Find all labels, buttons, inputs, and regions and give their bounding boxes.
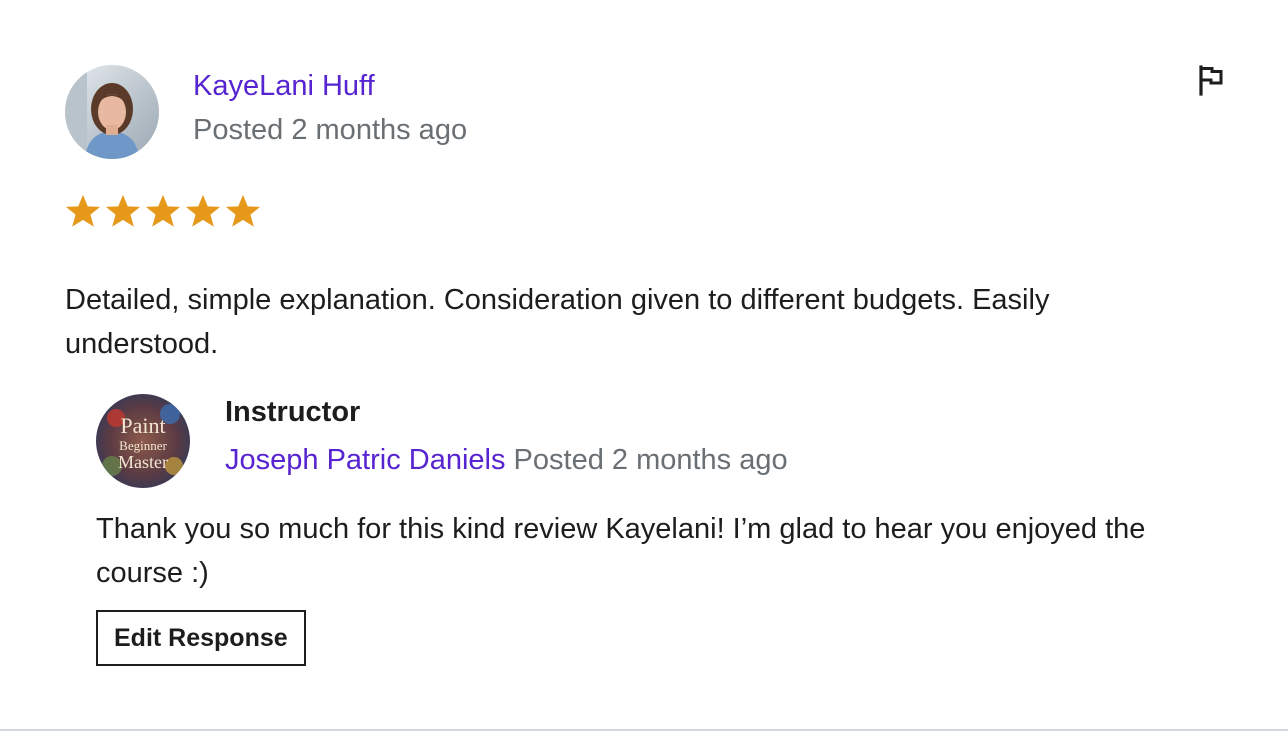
- review-card: KayeLani Huff Posted 2 months ago Detail…: [0, 0, 1288, 732]
- instructor-name[interactable]: Joseph Patric Daniels: [225, 444, 505, 476]
- report-flag-button[interactable]: [1194, 63, 1228, 97]
- star-icon: [145, 194, 181, 227]
- star-icon: [105, 194, 141, 227]
- instructor-avatar[interactable]: Paint Beginner Master: [96, 394, 190, 488]
- star-rating: [64, 192, 262, 230]
- response-posted-date: Posted 2 months ago: [505, 444, 788, 476]
- review-text: Detailed, simple explanation. Considerat…: [65, 284, 1050, 360]
- logo-text-beginner: Beginner: [119, 438, 167, 453]
- reviewer-name[interactable]: KayeLani Huff: [193, 70, 375, 103]
- divider: [0, 729, 1288, 731]
- edit-response-button[interactable]: Edit Response: [96, 610, 306, 666]
- review-posted-date: Posted 2 months ago: [193, 114, 468, 146]
- instructor-logo: Paint Beginner Master: [96, 394, 190, 488]
- instructor-role-label: Instructor: [225, 396, 361, 428]
- response-text: Thank you so much for this kind review K…: [96, 513, 1146, 589]
- instructor-meta: Joseph Patric Daniels Posted 2 months ag…: [225, 444, 788, 477]
- flag-icon: [1199, 65, 1223, 96]
- reviewer-photo: [65, 65, 159, 159]
- reviewer-avatar[interactable]: [65, 65, 159, 159]
- star-icon: [185, 194, 221, 227]
- star-icon: [65, 194, 101, 227]
- logo-text-paint: Paint: [120, 413, 165, 438]
- logo-text-master: Master: [118, 452, 168, 472]
- star-icon: [225, 194, 261, 227]
